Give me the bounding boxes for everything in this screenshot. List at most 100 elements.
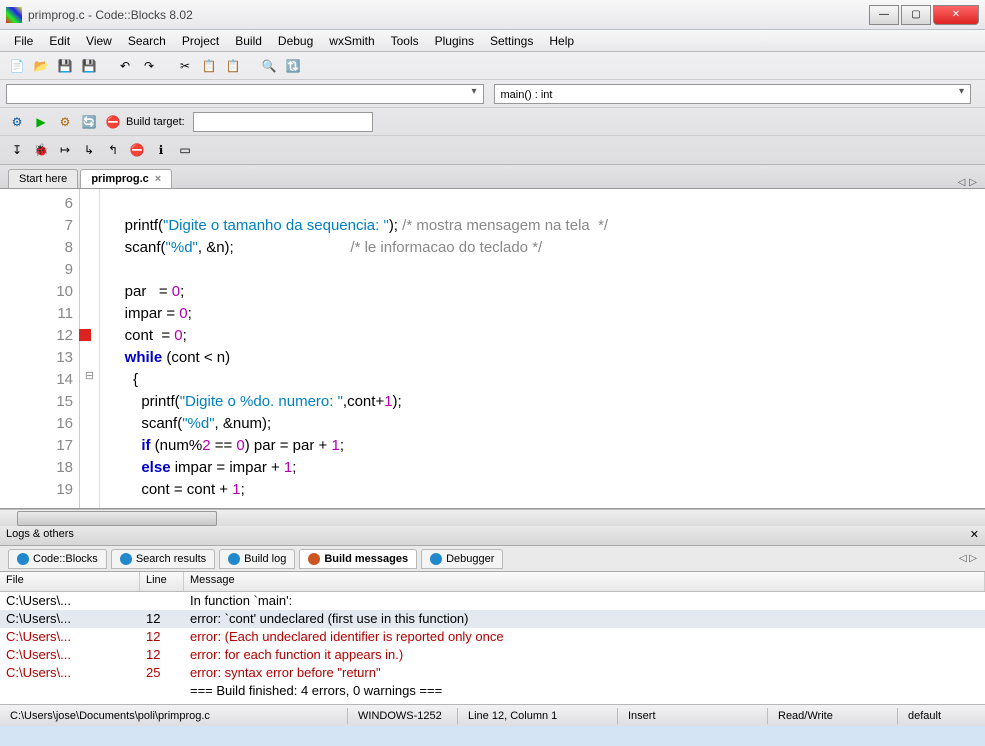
log-tab[interactable]: Search results xyxy=(111,549,215,569)
copy-icon[interactable]: 📋 xyxy=(198,55,220,77)
log-col-line[interactable]: Line xyxy=(140,572,184,591)
fold-marker[interactable]: ⊟ xyxy=(80,365,99,387)
paste-icon[interactable]: 📋 xyxy=(222,55,244,77)
tab-close-icon[interactable]: × xyxy=(155,173,161,185)
build-run-icon[interactable]: ⚙ xyxy=(54,111,76,133)
code-line[interactable]: impar = 0; xyxy=(108,303,977,325)
debug-info-icon[interactable]: ℹ xyxy=(150,139,172,161)
code-editor[interactable]: 678910111213141516171819 ⊟ printf("Digit… xyxy=(0,189,985,509)
line-number: 17 xyxy=(6,435,73,457)
code-line[interactable]: cont = 0; xyxy=(108,325,977,347)
log-tab-icon xyxy=(120,553,132,565)
log-row[interactable]: C:\Users\...12error: for each function i… xyxy=(0,646,985,664)
code-line[interactable] xyxy=(108,259,977,281)
toolbar-build: ⚙ ▶ ⚙ 🔄 ⛔ Build target: xyxy=(0,108,985,136)
symbol-dropdown[interactable]: main() : int▾ xyxy=(494,84,972,104)
code-line[interactable]: cont = cont + 1; xyxy=(108,479,977,501)
log-row[interactable]: === Build finished: 4 errors, 0 warnings… xyxy=(0,682,985,700)
menu-project[interactable]: Project xyxy=(174,32,227,50)
cut-icon[interactable]: ✂ xyxy=(174,55,196,77)
menu-build[interactable]: Build xyxy=(227,32,270,50)
fold-marker xyxy=(80,453,99,475)
log-col-message[interactable]: Message xyxy=(184,572,985,591)
abort-icon[interactable]: ⛔ xyxy=(102,111,124,133)
save-all-icon[interactable]: 💾 xyxy=(78,55,100,77)
close-button[interactable]: ✕ xyxy=(933,5,979,25)
debug-stop-icon[interactable]: ⛔ xyxy=(126,139,148,161)
find-icon[interactable]: 🔍 xyxy=(258,55,280,77)
menu-plugins[interactable]: Plugins xyxy=(427,32,482,50)
logs-title: Logs & others xyxy=(6,528,74,543)
log-row[interactable]: C:\Users\...In function `main': xyxy=(0,592,985,610)
debug-step-icon[interactable]: ↧ xyxy=(6,139,28,161)
line-number: 13 xyxy=(6,347,73,369)
app-icon xyxy=(6,7,22,23)
log-tab-fwd-icon[interactable]: ▷ xyxy=(969,553,977,564)
menu-view[interactable]: View xyxy=(78,32,120,50)
open-icon[interactable]: 📂 xyxy=(30,55,52,77)
menu-edit[interactable]: Edit xyxy=(41,32,78,50)
scrollbar-thumb[interactable] xyxy=(17,511,217,526)
log-tab-back-icon[interactable]: ◁ xyxy=(959,553,967,564)
build-icon[interactable]: ⚙ xyxy=(6,111,28,133)
menu-search[interactable]: Search xyxy=(120,32,174,50)
log-tab[interactable]: Debugger xyxy=(421,549,503,569)
rebuild-icon[interactable]: 🔄 xyxy=(78,111,100,133)
fold-marker xyxy=(80,277,99,299)
log-tab-icon xyxy=(308,553,320,565)
menu-settings[interactable]: Settings xyxy=(482,32,541,50)
log-tab[interactable]: Build log xyxy=(219,549,295,569)
undo-icon[interactable]: ↶ xyxy=(114,55,136,77)
log-tab[interactable]: Build messages xyxy=(299,549,417,569)
fold-marker xyxy=(80,475,99,497)
log-row[interactable]: C:\Users\...12error: `cont' undeclared (… xyxy=(0,610,985,628)
code-line[interactable]: printf("Digite o %do. numero: ",cont+1); xyxy=(108,391,977,413)
code-line[interactable]: else impar = impar + 1; xyxy=(108,457,977,479)
left-dropdown[interactable]: ▾ xyxy=(6,84,484,104)
doc-tab[interactable]: Start here xyxy=(8,169,78,188)
tab-fwd-icon[interactable]: ▷ xyxy=(969,177,977,188)
log-row[interactable]: C:\Users\...25error: syntax error before… xyxy=(0,664,985,682)
code-area[interactable]: printf("Digite o tamanho da sequencia: "… xyxy=(100,189,985,508)
line-number: 19 xyxy=(6,479,73,501)
code-line[interactable]: par = 0; xyxy=(108,281,977,303)
code-line[interactable]: { xyxy=(108,369,977,391)
log-col-file[interactable]: File xyxy=(0,572,140,591)
menu-debug[interactable]: Debug xyxy=(270,32,321,50)
menu-tools[interactable]: Tools xyxy=(383,32,427,50)
code-line[interactable]: printf("Digite o tamanho da sequencia: "… xyxy=(108,215,977,237)
log-row[interactable]: C:\Users\...12error: (Each undeclared id… xyxy=(0,628,985,646)
debug-next-icon[interactable]: ↦ xyxy=(54,139,76,161)
save-icon[interactable]: 💾 xyxy=(54,55,76,77)
toolbar-debug: ↧ 🐞 ↦ ↳ ↰ ⛔ ℹ ▭ xyxy=(0,136,985,164)
tab-back-icon[interactable]: ◁ xyxy=(958,177,966,188)
code-line[interactable]: scanf("%d", &num); xyxy=(108,413,977,435)
minimize-button[interactable]: — xyxy=(869,5,899,25)
debug-icon[interactable]: 🐞 xyxy=(30,139,52,161)
debug-out-icon[interactable]: ↰ xyxy=(102,139,124,161)
build-target-select[interactable] xyxy=(193,112,373,132)
log-body[interactable]: C:\Users\...In function `main':C:\Users\… xyxy=(0,592,985,704)
menu-help[interactable]: Help xyxy=(541,32,582,50)
log-tab[interactable]: Code::Blocks xyxy=(8,549,107,569)
line-number: 11 xyxy=(6,303,73,325)
maximize-button[interactable]: ▢ xyxy=(901,5,931,25)
menu-wxsmith[interactable]: wxSmith xyxy=(321,32,382,50)
redo-icon[interactable]: ↷ xyxy=(138,55,160,77)
code-line[interactable]: scanf("%d", &n); /* le informacao do tec… xyxy=(108,237,977,259)
debug-win-icon[interactable]: ▭ xyxy=(174,139,196,161)
debug-into-icon[interactable]: ↳ xyxy=(78,139,100,161)
menu-file[interactable]: File xyxy=(6,32,41,50)
run-icon[interactable]: ▶ xyxy=(30,111,52,133)
code-line[interactable]: if (num%2 == 0) par = par + 1; xyxy=(108,435,977,457)
new-file-icon[interactable]: 📄 xyxy=(6,55,28,77)
breakpoint-marker[interactable] xyxy=(79,329,91,341)
doc-tab[interactable]: primprog.c× xyxy=(80,169,172,188)
editor-scrollbar-h[interactable] xyxy=(0,509,985,526)
logs-close-icon[interactable]: ✕ xyxy=(970,528,979,543)
code-line[interactable]: while (cont < n) xyxy=(108,347,977,369)
fold-marker xyxy=(80,299,99,321)
replace-icon[interactable]: 🔃 xyxy=(282,55,304,77)
code-line[interactable] xyxy=(108,193,977,215)
line-number: 15 xyxy=(6,391,73,413)
